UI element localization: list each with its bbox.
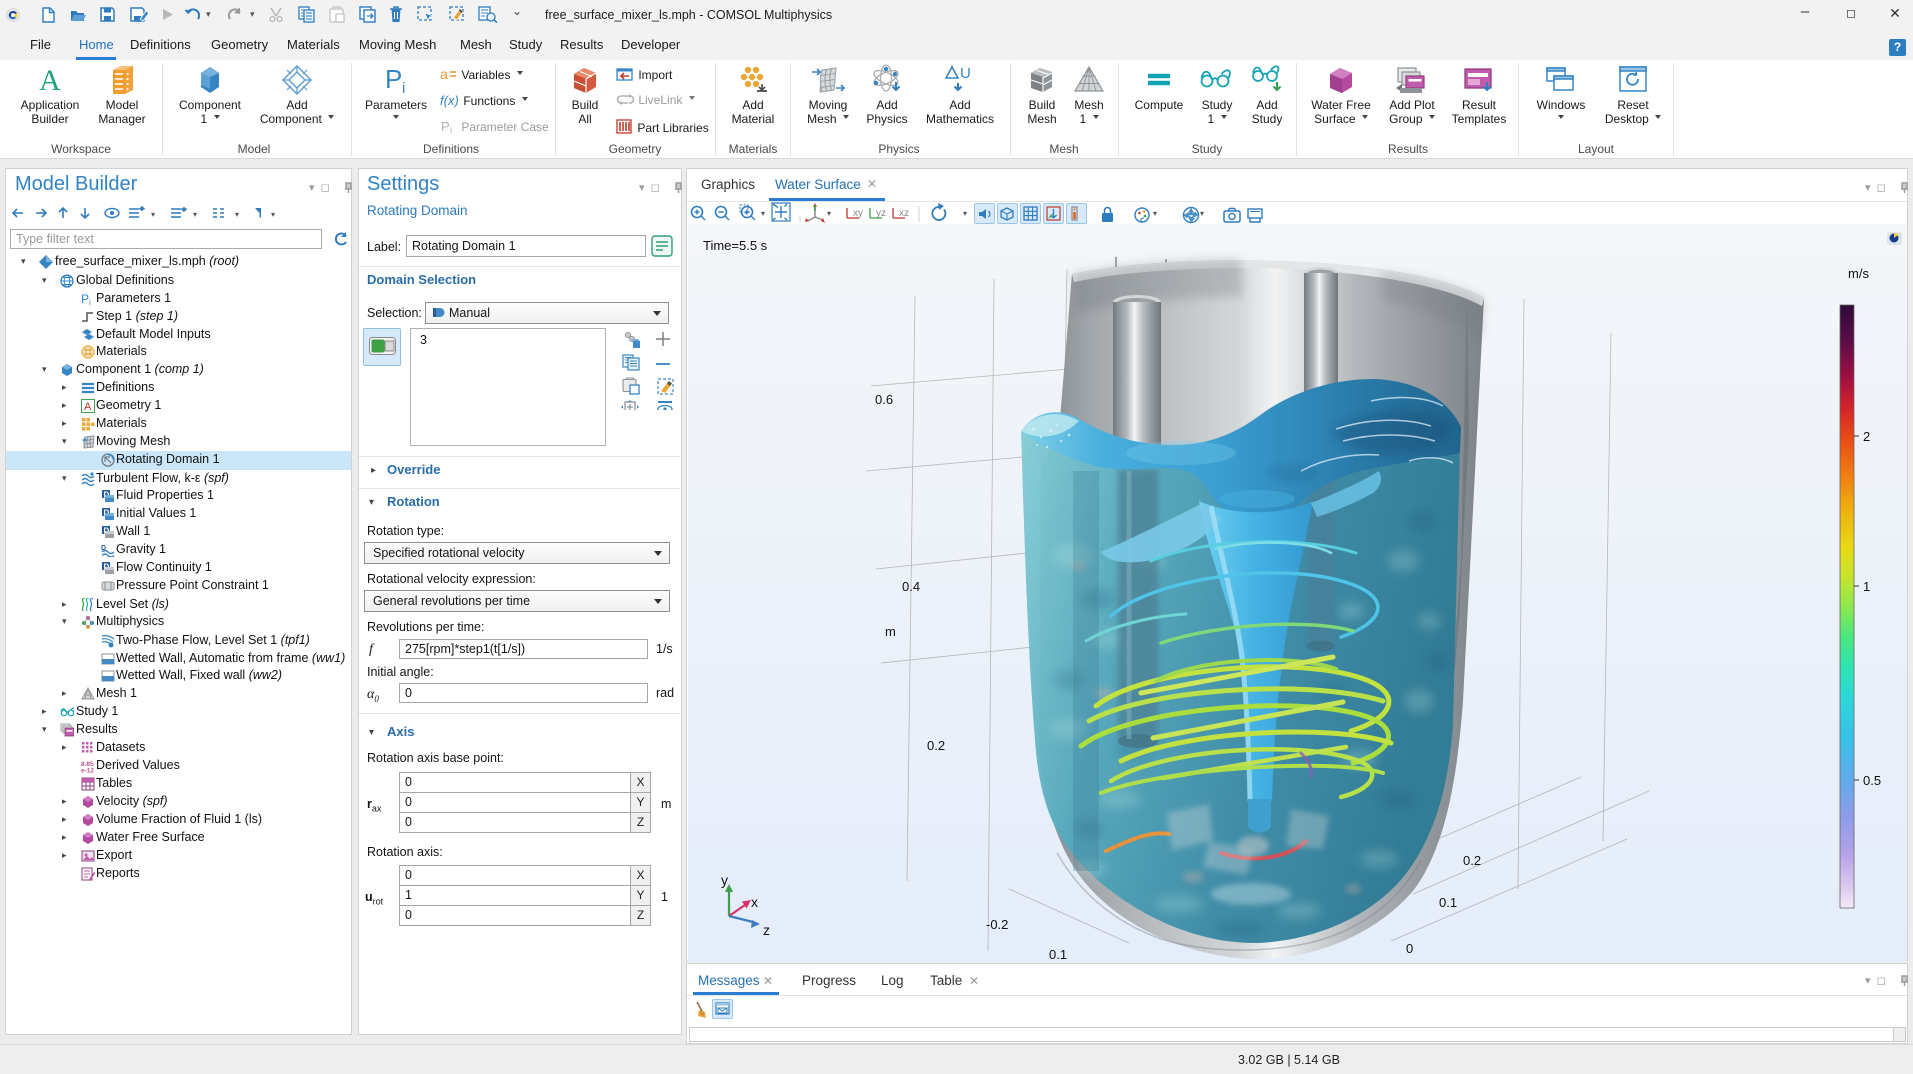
svg-text:m: m: [885, 624, 896, 639]
svg-text:P: P: [385, 64, 402, 94]
svg-text:2: 2: [1863, 429, 1870, 444]
svg-text:U: U: [960, 65, 971, 82]
svg-text:0.4: 0.4: [902, 579, 920, 594]
svg-text:i: i: [89, 298, 91, 306]
svg-text:0.1: 0.1: [1439, 895, 1457, 910]
svg-text:x: x: [751, 894, 758, 910]
svg-text:0: 0: [1406, 941, 1413, 956]
svg-text:-0.2: -0.2: [986, 917, 1008, 932]
svg-text:z: z: [763, 922, 770, 938]
svg-text:0.5: 0.5: [1863, 773, 1881, 788]
svg-text:e-12: e-12: [81, 768, 94, 774]
svg-text:Time=5.5 s: Time=5.5 s: [703, 238, 768, 253]
svg-text:A: A: [39, 64, 61, 96]
svg-text:f(x): f(x): [440, 93, 459, 108]
svg-text:i: i: [450, 125, 452, 134]
svg-text:1: 1: [1863, 579, 1870, 594]
svg-text:0.2: 0.2: [927, 738, 945, 753]
svg-text:m/s: m/s: [1848, 266, 1869, 281]
svg-text:0.6: 0.6: [875, 392, 893, 407]
svg-text:A: A: [84, 401, 92, 413]
svg-text:i: i: [402, 80, 405, 96]
svg-text:P: P: [441, 119, 450, 134]
svg-text:0.1: 0.1: [1049, 947, 1067, 962]
svg-text:y: y: [721, 872, 728, 888]
svg-text:0.2: 0.2: [1463, 853, 1481, 868]
svg-text:a: a: [440, 67, 448, 82]
svg-text:P: P: [81, 292, 89, 306]
